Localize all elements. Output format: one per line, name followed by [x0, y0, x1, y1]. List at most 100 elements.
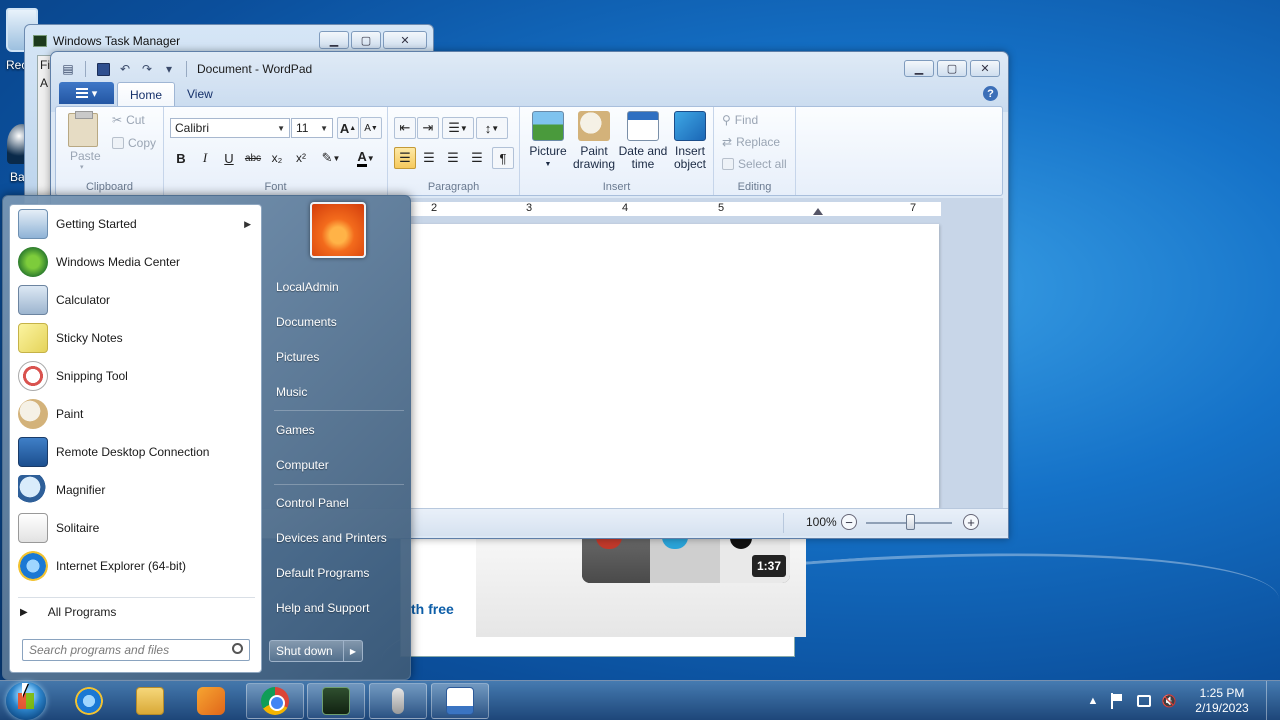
shutdown-button[interactable]: Shut down [270, 641, 344, 661]
link-documents[interactable]: Documents [276, 315, 337, 329]
promo-card: 1:37 [476, 531, 806, 637]
wordpad-titlebar[interactable]: ▤ ↶ ↷ ▾ Document - WordPad ▁ ▢ ✕ [51, 52, 1008, 86]
taskbar-windows-explorer[interactable] [121, 683, 179, 719]
undo-icon[interactable]: ↶ [118, 62, 132, 76]
search-input[interactable]: Search programs and files [22, 639, 250, 661]
tab-home[interactable]: Home [117, 82, 176, 106]
taskbar-speech[interactable] [369, 683, 427, 719]
close-button[interactable]: ✕ [970, 60, 1000, 77]
start-item-sticky-notes[interactable]: Sticky Notes [10, 319, 261, 357]
start-item-magnifier[interactable]: Magnifier [10, 471, 261, 509]
start-item-remote-desktop[interactable]: Remote Desktop Connection [10, 433, 261, 471]
link-pictures[interactable]: Pictures [276, 350, 319, 364]
insert-object-button[interactable]: Insert object [670, 111, 710, 171]
align-right-button[interactable]: ☰ [442, 147, 464, 169]
justify-button[interactable]: ☰ [466, 147, 488, 169]
find-button[interactable]: ⚲ Find [722, 113, 758, 127]
copy-button[interactable]: Copy [112, 136, 156, 150]
link-help-support[interactable]: Help and Support [276, 601, 369, 615]
zoom-out-icon[interactable]: − [841, 514, 857, 530]
zoom-slider-thumb[interactable] [906, 514, 915, 530]
redo-icon[interactable]: ↷ [140, 62, 154, 76]
date-time-button[interactable]: Date and time [618, 111, 668, 171]
taskbar-chrome[interactable] [246, 683, 304, 719]
taskbar-internet-explorer[interactable] [60, 683, 118, 719]
decrease-indent-button[interactable]: ⇤ [394, 117, 416, 139]
search-icon [232, 643, 243, 654]
maximize-button[interactable]: ▢ [351, 31, 381, 49]
font-size-dropdown[interactable]: 11 ▼ [291, 118, 333, 138]
picture-button[interactable]: Picture ▼ [528, 111, 568, 171]
link-control-panel[interactable]: Control Panel [276, 496, 349, 510]
shrink-font-button[interactable]: A ▼ [360, 117, 382, 139]
zoom-in-icon[interactable]: + [963, 514, 979, 530]
highlight-color-button[interactable]: ✎ ▼ [314, 147, 348, 169]
link-devices-printers[interactable]: Devices and Printers [276, 531, 387, 545]
subscript-button[interactable]: x₂ [266, 147, 288, 169]
font-family-dropdown[interactable]: Calibri ▼ [170, 118, 290, 138]
grow-font-button[interactable]: A ▲ [337, 117, 359, 139]
clock[interactable]: 1:25 PM 2/19/2023 [1186, 686, 1258, 716]
link-computer[interactable]: Computer [276, 458, 329, 472]
start-item-internet-explorer[interactable]: Internet Explorer (64-bit) [10, 547, 261, 585]
bold-button[interactable]: B [170, 147, 192, 169]
taskbar-task-manager[interactable] [307, 683, 365, 719]
group-label: Insert [602, 181, 631, 193]
network-icon[interactable] [1137, 695, 1151, 707]
customize-qat-icon[interactable]: ▾ [162, 62, 176, 76]
help-icon[interactable]: ? [983, 86, 998, 101]
superscript-button[interactable]: x² [290, 147, 312, 169]
wordpad-app-icon[interactable]: ▤ [61, 62, 75, 76]
promo-link[interactable]: th free [411, 601, 454, 617]
bullets-button[interactable]: ☰ ▼ [442, 117, 474, 139]
ruler[interactable]: 2 3 4 5 7 [411, 202, 941, 216]
maximize-button[interactable]: ▢ [937, 60, 967, 77]
start-item-solitaire[interactable]: Solitaire [10, 509, 261, 547]
align-left-button[interactable]: ☰ [394, 147, 416, 169]
getting-started-icon [18, 209, 48, 239]
text-color-button[interactable]: A ▼ [350, 147, 382, 169]
chevron-right-icon[interactable]: ▶ [344, 641, 362, 661]
paint-drawing-button[interactable]: Paint drawing [572, 111, 616, 171]
align-center-button[interactable]: ☰ [418, 147, 440, 169]
start-item-paint[interactable]: Paint [10, 395, 261, 433]
start-item-label: Remote Desktop Connection [56, 445, 210, 459]
link-games[interactable]: Games [276, 423, 315, 437]
start-item-media-center[interactable]: Windows Media Center [10, 243, 261, 281]
select-all-button[interactable]: Select all [722, 157, 787, 171]
right-indent-marker[interactable] [813, 208, 823, 215]
underline-button[interactable]: U [218, 147, 240, 169]
start-item-snipping-tool[interactable]: Snipping Tool [10, 357, 261, 395]
line-spacing-button[interactable]: ↕ ▼ [476, 117, 508, 139]
minimize-button[interactable]: ▁ [319, 31, 349, 49]
action-center-flag-icon[interactable] [1111, 693, 1127, 709]
taskbar-media-player[interactable] [182, 683, 240, 719]
minimize-button[interactable]: ▁ [904, 60, 934, 77]
save-icon[interactable] [96, 62, 110, 76]
show-hidden-icons-icon[interactable]: ▲ [1085, 693, 1101, 709]
start-menu-links-pane: LocalAdmin Documents Pictures Music Game… [266, 196, 411, 681]
strikethrough-button[interactable]: abc [242, 147, 264, 169]
italic-button[interactable]: I [194, 147, 216, 169]
replace-icon: ⇄ [722, 135, 733, 149]
increase-indent-button[interactable]: ⇥ [417, 117, 439, 139]
user-picture[interactable] [310, 202, 366, 258]
start-item-calculator[interactable]: Calculator [10, 281, 261, 319]
volume-muted-icon[interactable]: 🔇 [1161, 693, 1177, 709]
start-item-getting-started[interactable]: Getting Started ▶ [10, 205, 261, 243]
tab-view[interactable]: View [175, 82, 225, 106]
link-localadmin[interactable]: LocalAdmin [276, 280, 339, 294]
calendar-icon [627, 111, 659, 141]
replace-button[interactable]: ⇄ Replace [722, 135, 780, 149]
paragraph-button[interactable]: ¶ [492, 147, 514, 169]
document-page[interactable] [411, 224, 939, 508]
all-programs-button[interactable]: ▶ All Programs [20, 605, 116, 619]
link-music[interactable]: Music [276, 385, 307, 399]
link-default-programs[interactable]: Default Programs [276, 566, 369, 580]
close-button[interactable]: ✕ [383, 31, 427, 49]
show-desktop-button[interactable] [1266, 681, 1280, 720]
cut-button[interactable]: ✂ Cut [112, 113, 145, 127]
ruler-number: 3 [526, 202, 533, 214]
taskbar-wordpad[interactable] [431, 683, 489, 719]
application-menu-button[interactable]: ▾ [59, 82, 114, 104]
